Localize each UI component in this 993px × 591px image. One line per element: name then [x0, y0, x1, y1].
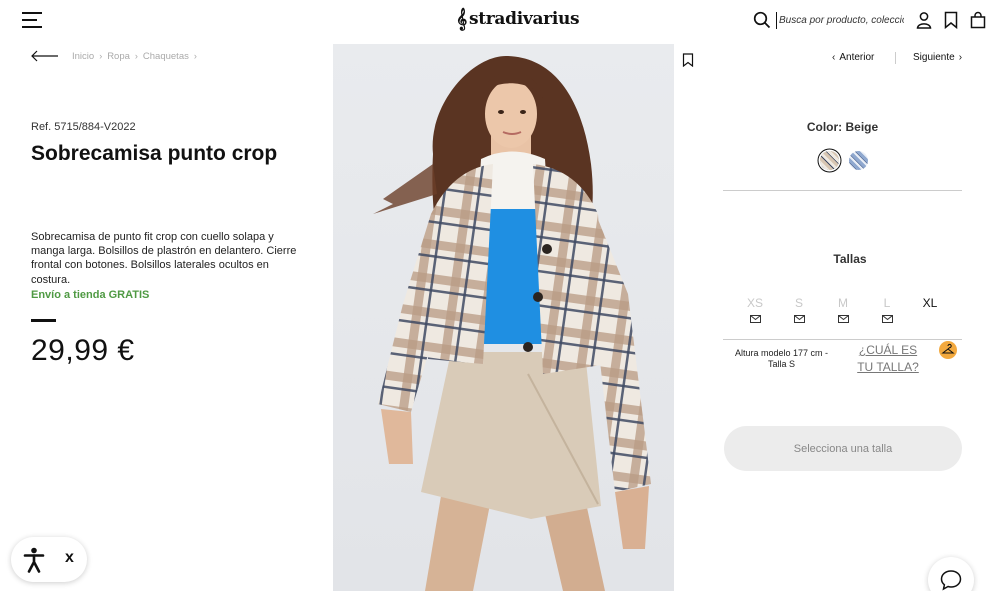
color-label: Color: Beige — [806, 120, 879, 134]
bookmark-icon[interactable] — [942, 11, 960, 29]
price-divider — [31, 319, 56, 322]
breadcrumb-separator: › — [134, 51, 138, 61]
chat-button[interactable] — [928, 557, 974, 591]
menu-icon[interactable] — [22, 12, 42, 29]
size-label: XL — [922, 296, 938, 310]
size-guide-link[interactable]: ¿CUÁL ES TU TALLA? — [852, 342, 924, 376]
model-height-info: Altura modelo 177 cm - Talla S — [734, 348, 829, 369]
size-label: L — [883, 296, 891, 310]
size-label: M — [838, 296, 848, 310]
model-photo — [373, 55, 651, 591]
back-arrow-icon[interactable] — [31, 50, 59, 62]
accessibility-icon[interactable] — [23, 547, 45, 573]
sizes-label: Tallas — [833, 252, 867, 266]
chevron-left-icon: ‹ — [832, 52, 836, 63]
accessibility-widget: x — [11, 537, 87, 582]
header: 𝄞 stradivarius — [0, 0, 993, 42]
next-product-link[interactable]: Siguiente › — [913, 52, 962, 63]
violin-logo-icon: 𝄞 — [456, 8, 467, 30]
divider — [723, 190, 962, 191]
size-option-xs[interactable]: XS — [741, 296, 769, 323]
size-option-xl[interactable]: XL — [916, 296, 944, 310]
logo[interactable]: 𝄞 stradivarius — [456, 8, 580, 30]
mail-icon — [749, 315, 761, 323]
product-image[interactable] — [333, 44, 674, 591]
previous-label: Anterior — [839, 52, 875, 63]
divider — [723, 339, 962, 340]
product-ref: Ref. 5715/884-V2022 — [31, 121, 136, 133]
size-label: XS — [746, 296, 763, 310]
search-icon[interactable] — [753, 11, 771, 29]
product-title: Sobrecamisa punto crop — [31, 142, 278, 165]
search-input[interactable] — [776, 12, 904, 29]
product-price: 29,99 € — [31, 334, 135, 367]
chat-bubble-icon — [940, 570, 962, 591]
mail-icon — [881, 315, 893, 323]
chevron-right-icon: › — [958, 52, 963, 63]
next-label: Siguiente — [913, 52, 955, 63]
breadcrumb-inicio[interactable]: Inicio — [72, 51, 94, 62]
size-option-m[interactable]: M — [829, 296, 857, 323]
size-option-s[interactable]: S — [785, 296, 813, 323]
bag-icon[interactable] — [969, 11, 987, 29]
size-option-l[interactable]: L — [873, 296, 901, 323]
breadcrumb-chaquetas[interactable]: Chaquetas — [143, 51, 189, 62]
logo-text: stradivarius — [468, 9, 580, 29]
color-swatch-beige[interactable] — [820, 151, 839, 170]
wishlist-bookmark-icon[interactable] — [682, 53, 694, 67]
breadcrumb-ropa[interactable]: Ropa — [107, 51, 130, 62]
close-accessibility-button[interactable]: x — [65, 549, 74, 567]
nav-divider — [895, 52, 896, 64]
mail-icon — [793, 315, 805, 323]
hanger-icon[interactable] — [939, 341, 957, 359]
mail-icon — [837, 315, 849, 323]
previous-product-link[interactable]: ‹ Anterior — [832, 52, 874, 63]
product-description: Sobrecamisa de punto fit crop con cuello… — [31, 231, 297, 286]
select-size-button[interactable]: Selecciona una talla — [724, 426, 962, 471]
breadcrumb-separator: › — [99, 51, 103, 61]
breadcrumb-separator: › — [193, 51, 197, 61]
color-swatch-blue[interactable] — [849, 151, 868, 170]
breadcrumb: Inicio › Ropa › Chaquetas › — [31, 50, 202, 62]
user-icon[interactable] — [915, 11, 933, 29]
size-label: S — [794, 296, 803, 310]
shipping-info: Envío a tienda GRATIS — [31, 289, 150, 301]
